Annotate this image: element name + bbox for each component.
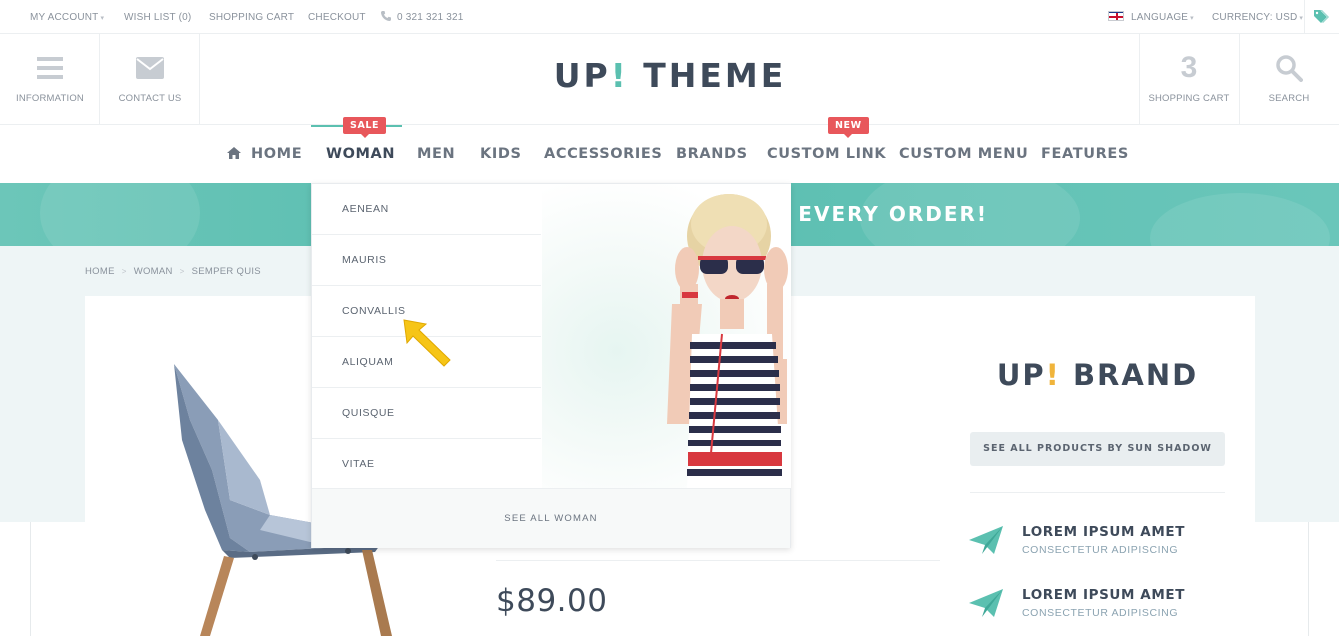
nav-item-custom-link[interactable]: CUSTOM LINK [767, 146, 886, 162]
menu-icon [37, 57, 63, 79]
tag-icon[interactable] [1313, 9, 1330, 24]
contact-us-label: CONTACT US [118, 93, 182, 104]
nav-item-men[interactable]: MEN [417, 146, 455, 162]
shopping-cart-link[interactable]: SHOPPING CART [209, 12, 294, 23]
nav-item-accessories[interactable]: ACCESSORIES [544, 146, 662, 162]
paper-plane-icon [969, 589, 1003, 617]
feature-title: LOREM IPSUM AMET [1022, 524, 1185, 540]
dropdown-item-aenean[interactable]: AENEAN [312, 184, 541, 235]
feature-item: LOREM IPSUM AMET CONSECTETUR ADIPISCING [968, 587, 1238, 631]
nav-item-features[interactable]: FEATURES [1041, 146, 1129, 162]
search-button[interactable]: SEARCH [1239, 34, 1339, 124]
information-button[interactable]: INFORMATION [0, 34, 100, 124]
new-badge: NEW [828, 117, 869, 138]
woman-dropdown-menu: AENEAN MAURIS CONVALLIS ALIQUAM QUISQUE … [311, 183, 791, 548]
product-price: $89.00 [496, 583, 608, 619]
breadcrumb-home[interactable]: HOME [85, 266, 115, 277]
brand-logo[interactable]: UP! BRAND [970, 358, 1225, 392]
information-label: INFORMATION [16, 93, 84, 104]
dropdown-item-vitae[interactable]: VITAE [312, 439, 541, 490]
divider [496, 560, 940, 561]
top-bar: MY ACCOUNT ▾ WISH LIST (0) SHOPPING CART … [0, 0, 1339, 34]
phone-icon [381, 11, 391, 21]
divider [30, 522, 31, 636]
feature-subtitle: CONSECTETUR ADIPISCING [1022, 607, 1179, 619]
see-all-woman-link[interactable]: SEE ALL WOMAN [312, 488, 790, 548]
home-icon [227, 147, 241, 159]
divider [1308, 522, 1309, 636]
sale-badge: SALE [343, 117, 387, 138]
breadcrumb: HOME > WOMAN > SEMPER QUIS [85, 266, 261, 277]
checkout-link[interactable]: CHECKOUT [308, 12, 366, 23]
nav-item-home[interactable]: HOME [251, 146, 302, 162]
flag-uk-icon [1108, 11, 1124, 21]
see-all-brand-products-button[interactable]: SEE ALL PRODUCTS BY SUN SHADOW [970, 432, 1225, 466]
wish-list-link[interactable]: WISH LIST (0) [124, 12, 191, 23]
nav-item-woman[interactable]: WOMAN [326, 146, 395, 162]
breadcrumb-current: SEMPER QUIS [191, 266, 261, 277]
arrow-pointer-icon [403, 319, 451, 367]
feature-item: LOREM IPSUM AMET CONSECTETUR ADIPISCING [968, 524, 1238, 568]
paper-plane-icon [969, 526, 1003, 554]
dropdown-item-quisque[interactable]: QUISQUE [312, 388, 541, 439]
mail-icon [136, 57, 164, 79]
feature-subtitle: CONSECTETUR ADIPISCING [1022, 544, 1179, 556]
shopping-cart-button[interactable]: 3 SHOPPING CART [1139, 34, 1239, 124]
nav-item-brands[interactable]: BRANDS [676, 146, 748, 162]
main-nav: HOME WOMAN MEN KIDS ACCESSORIES BRANDS C… [0, 125, 1339, 183]
feature-title: LOREM IPSUM AMET [1022, 587, 1185, 603]
dropdown-promo-image[interactable] [542, 184, 791, 488]
site-logo[interactable]: UP! THEME [520, 56, 820, 95]
nav-item-custom-menu[interactable]: CUSTOM MENU [899, 146, 1028, 162]
phone-number: 0 321 321 321 [397, 12, 464, 23]
nav-item-kids[interactable]: KIDS [480, 146, 522, 162]
my-account-link[interactable]: MY ACCOUNT ▾ [30, 12, 104, 23]
divider [970, 492, 1225, 493]
shopping-cart-label: SHOPPING CART [1148, 93, 1230, 104]
contact-us-button[interactable]: CONTACT US [100, 34, 200, 124]
dropdown-item-mauris[interactable]: MAURIS [312, 235, 541, 286]
breadcrumb-woman[interactable]: WOMAN [134, 266, 173, 277]
cart-count: 3 [1180, 51, 1198, 84]
search-label: SEARCH [1268, 93, 1310, 104]
search-icon [1276, 55, 1303, 82]
language-selector[interactable]: LANGUAGE ▾ [1131, 12, 1194, 23]
site-header: INFORMATION CONTACT US UP! THEME 3 SHOPP… [0, 34, 1339, 125]
currency-selector[interactable]: CURRENCY: USD ▾ [1212, 12, 1303, 23]
